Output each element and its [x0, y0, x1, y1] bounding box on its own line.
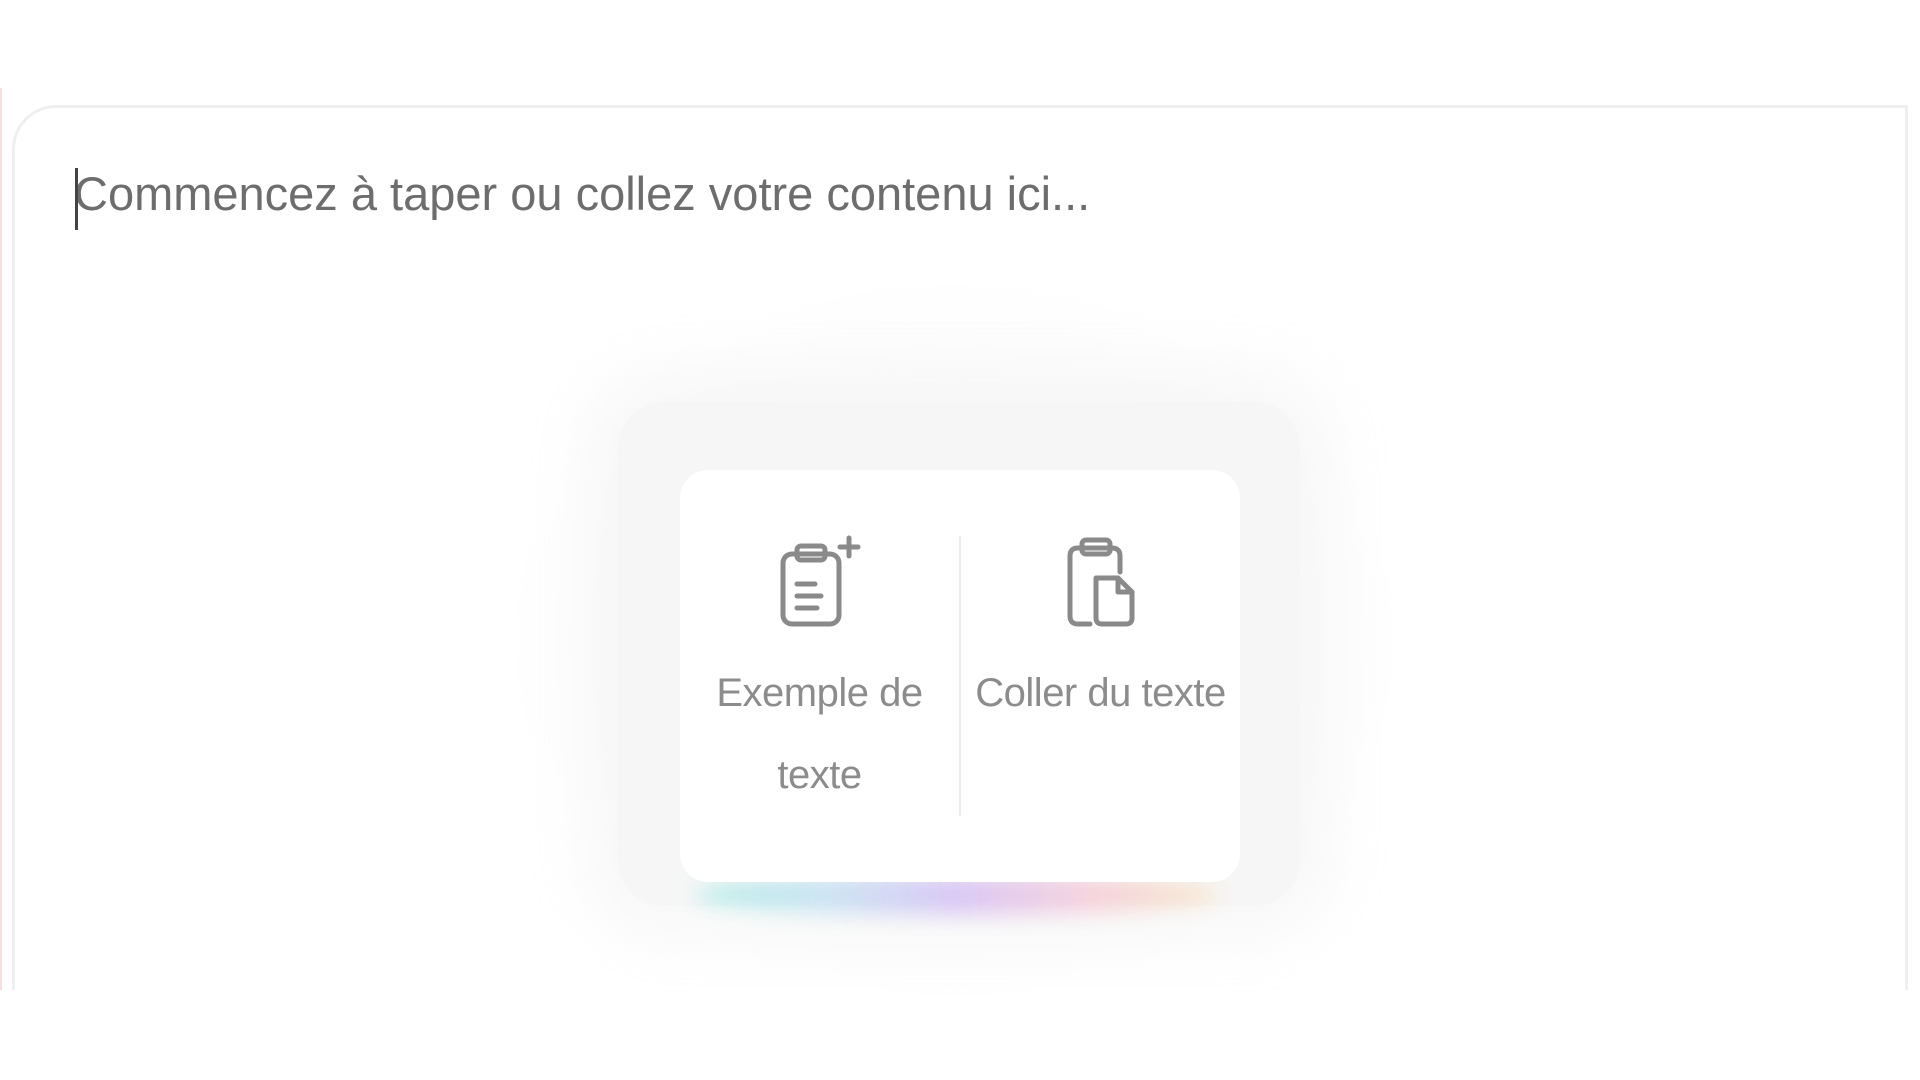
- clipboard-add-icon: [775, 534, 865, 630]
- sample-text-button[interactable]: Exemple de texte: [680, 470, 959, 882]
- sample-text-label: Exemple de texte: [716, 671, 923, 797]
- left-edge-line: [0, 88, 2, 990]
- editor-input[interactable]: [60, 158, 1774, 228]
- page: Exemple de texte Coller du texte: [0, 0, 1920, 1080]
- paste-text-label: Coller du texte: [975, 671, 1226, 715]
- text-caret: [75, 168, 78, 230]
- paste-text-button[interactable]: Coller du texte: [961, 470, 1240, 882]
- actions-card: Exemple de texte Coller du texte: [680, 470, 1240, 882]
- paste-icon: [1056, 534, 1146, 630]
